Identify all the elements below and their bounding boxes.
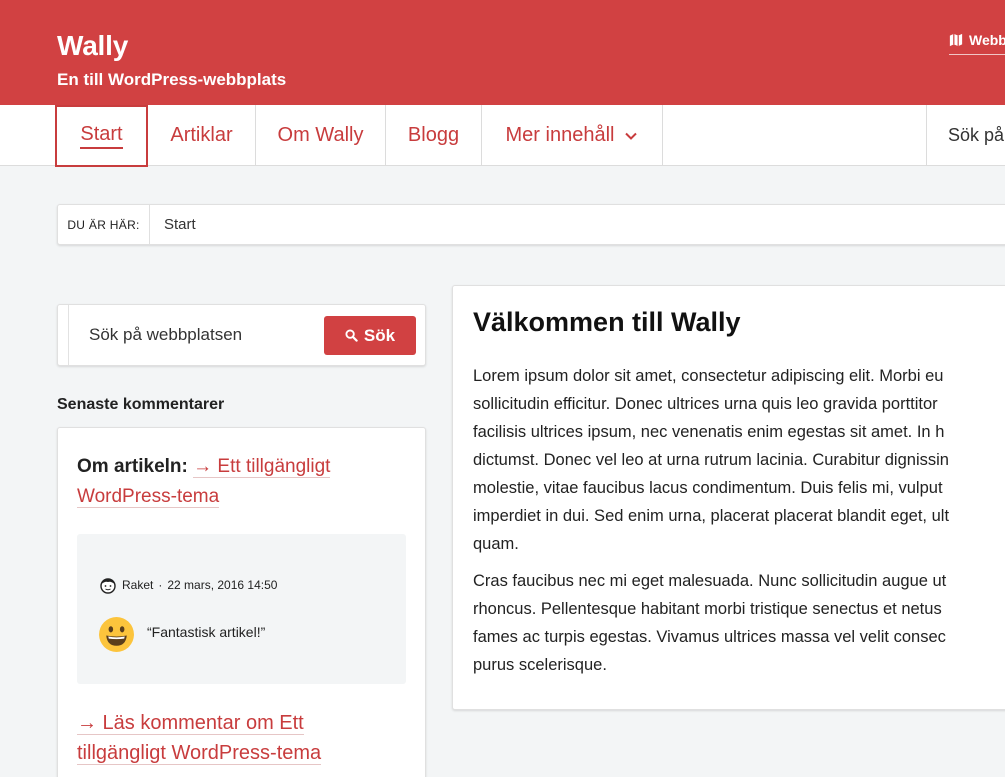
site-description: En till WordPress-webbplats xyxy=(57,70,287,89)
top-link[interactable]: Webb xyxy=(949,32,1005,55)
widget-title: Senaste kommentarer xyxy=(57,396,225,413)
nav-search-toggle[interactable]: Sök på xyxy=(926,105,1005,166)
nav-item-label: Om Wally xyxy=(277,124,364,146)
nav-item-label: Blogg xyxy=(407,124,460,146)
nav-item-blogg[interactable]: Blogg xyxy=(386,105,482,166)
avatar-icon xyxy=(100,578,116,594)
site-title[interactable]: Wally xyxy=(57,30,128,62)
article-paragraph-2: Cras faucibus nec mi eget malesuada. Nun… xyxy=(473,572,947,674)
read-comment-link[interactable]: → Läs kommentar om Ett tillgängligt Word… xyxy=(77,708,377,768)
chevron-down-icon xyxy=(625,132,638,140)
nav-item-label: Artiklar xyxy=(170,124,233,146)
page-title: Välkommen till Wally xyxy=(473,307,741,337)
breadcrumb-label: DU ÄR HÄR: xyxy=(58,205,150,244)
comment-text: “Fantastisk artikel!” xyxy=(147,624,266,640)
search-button[interactable]: Sök xyxy=(324,316,416,355)
comment-meta: Raket · 22 mars, 2016 14:50 xyxy=(99,576,277,594)
smiley-emoji-icon xyxy=(99,617,134,652)
recent-comments: Om artikeln: → Ett tillgängligt WordPres… xyxy=(57,427,426,777)
nav-item-label: Start xyxy=(80,123,123,149)
site-header: Wally En till WordPress-webbplats Webb xyxy=(0,0,1005,105)
search-divider xyxy=(68,305,69,365)
nav-item-om-wally[interactable]: Om Wally xyxy=(256,105,386,166)
nav-search-label: Sök på xyxy=(948,125,1005,145)
sidebar-search-form: Sök på webbplatsen Sök xyxy=(57,304,426,366)
nav-item-mer-innehall[interactable]: Mer innehåll xyxy=(482,105,663,166)
search-icon xyxy=(345,329,358,342)
comment-date: 22 mars, 2016 14:50 xyxy=(167,578,278,592)
meta-separator: · xyxy=(158,578,163,592)
comment-article-prefix: Om artikeln: xyxy=(77,456,188,477)
breadcrumb-current: Start xyxy=(164,216,196,233)
nav-item-artiklar[interactable]: Artiklar xyxy=(148,105,256,166)
comment-card: Raket · 22 mars, 2016 14:50 “Fantastisk … xyxy=(77,534,406,684)
map-icon xyxy=(949,33,963,47)
main-article: Välkommen till Wally Lorem ipsum dolor s… xyxy=(452,285,1005,710)
main-nav: Start Artiklar Om Wally Blogg Mer innehå… xyxy=(0,105,1005,167)
read-comment-label: → Läs kommentar om Ett tillgängligt Word… xyxy=(77,712,322,765)
search-input[interactable]: Sök på webbplatsen xyxy=(89,325,242,345)
breadcrumb: DU ÄR HÄR: Start xyxy=(57,204,1005,245)
comment-author: Raket xyxy=(122,578,154,592)
top-link-label: Webb xyxy=(969,32,1005,48)
search-button-label: Sök xyxy=(363,325,396,345)
nav-item-start[interactable]: Start xyxy=(55,105,148,167)
article-paragraph-1: Lorem ipsum dolor sit amet, consectetur … xyxy=(473,367,950,553)
comment-article-heading: Om artikeln: → Ett tillgängligt WordPres… xyxy=(77,452,397,512)
nav-item-label: Mer innehåll xyxy=(505,124,615,146)
